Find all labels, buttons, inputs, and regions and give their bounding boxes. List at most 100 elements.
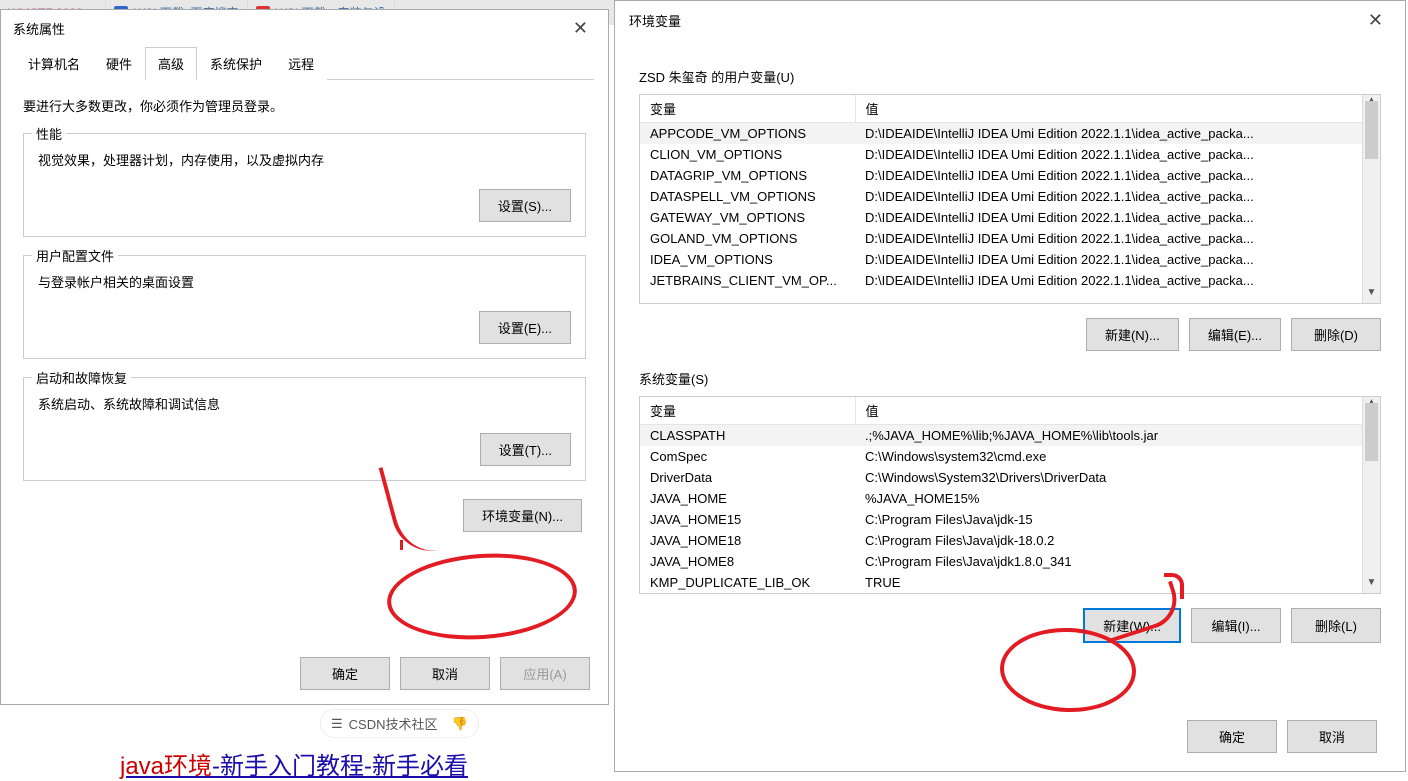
var-name: JAVA_HOME bbox=[640, 488, 855, 509]
table-row[interactable]: JAVA_HOME15C:\Program Files\Java\jdk-15 bbox=[640, 509, 1380, 530]
delete-sys-var-button[interactable]: 删除(L) bbox=[1291, 608, 1381, 643]
var-name: APPCODE_VM_OPTIONS bbox=[640, 123, 855, 145]
new-user-var-button[interactable]: 新建(N)... bbox=[1086, 318, 1179, 351]
csdn-icon: ☰ bbox=[331, 716, 343, 732]
var-name: JAVA_HOME8 bbox=[640, 551, 855, 572]
table-row[interactable]: ComSpecC:\Windows\system32\cmd.exe bbox=[640, 446, 1380, 467]
profile-settings-button[interactable]: 设置(E)... bbox=[479, 311, 571, 344]
tab-systemprotection[interactable]: 系统保护 bbox=[197, 47, 275, 80]
table-row[interactable]: APPCODE_VM_OPTIONSD:\IDEAIDE\IntelliJ ID… bbox=[640, 123, 1380, 145]
thumb-down-icon[interactable]: 👎 bbox=[452, 716, 468, 732]
intro-text: 要进行大多数更改，你必须作为管理员登录。 bbox=[23, 96, 586, 115]
var-name: ComSpec bbox=[640, 446, 855, 467]
var-value: D:\IDEAIDE\IntelliJ IDEA Umi Edition 202… bbox=[855, 207, 1380, 228]
table-row[interactable]: GATEWAY_VM_OPTIONSD:\IDEAIDE\IntelliJ ID… bbox=[640, 207, 1380, 228]
table-row[interactable]: DATAGRIP_VM_OPTIONSD:\IDEAIDE\IntelliJ I… bbox=[640, 165, 1380, 186]
col-val[interactable]: 值 bbox=[855, 397, 1380, 425]
var-value: .;%JAVA_HOME%\lib;%JAVA_HOME%\lib\tools.… bbox=[855, 425, 1380, 447]
sys-section-buttons: 新建(W)... 编辑(I)... 删除(L) bbox=[639, 608, 1381, 643]
var-value: D:\IDEAIDE\IntelliJ IDEA Umi Edition 202… bbox=[855, 144, 1380, 165]
table-row[interactable]: JAVA_HOME%JAVA_HOME15% bbox=[640, 488, 1380, 509]
source-label: CSDN技术社区 bbox=[349, 714, 438, 733]
var-name: GOLAND_VM_OPTIONS bbox=[640, 228, 855, 249]
search-background: ☰ CSDN技术社区 👎 java环境-新手入门教程-新手必看 bbox=[120, 709, 600, 781]
table-row[interactable]: GOLAND_VM_OPTIONSD:\IDEAIDE\IntelliJ IDE… bbox=[640, 228, 1380, 249]
table-row[interactable]: JAVA_HOME8C:\Program Files\Java\jdk1.8.0… bbox=[640, 551, 1380, 572]
ok-button[interactable]: 确定 bbox=[300, 657, 390, 690]
user-section-buttons: 新建(N)... 编辑(E)... 删除(D) bbox=[639, 318, 1381, 351]
env-variables-button[interactable]: 环境变量(N)... bbox=[463, 499, 582, 532]
performance-group: 性能 视觉效果，处理器计划，内存使用，以及虚拟内存 设置(S)... bbox=[23, 133, 586, 237]
table-row[interactable]: DriverDataC:\Windows\System32\Drivers\Dr… bbox=[640, 467, 1380, 488]
var-name: JAVA_HOME18 bbox=[640, 530, 855, 551]
perf-settings-button[interactable]: 设置(S)... bbox=[479, 189, 571, 222]
var-value: D:\IDEAIDE\IntelliJ IDEA Umi Edition 202… bbox=[855, 228, 1380, 249]
table-row[interactable]: DATASPELL_VM_OPTIONSD:\IDEAIDE\IntelliJ … bbox=[640, 186, 1380, 207]
search-result-link[interactable]: java环境-新手入门教程-新手必看 bbox=[120, 746, 600, 781]
scrollbar[interactable]: ▲ ▼ bbox=[1362, 397, 1380, 593]
table-row[interactable]: JAVA_HOME18C:\Program Files\Java\jdk-18.… bbox=[640, 530, 1380, 551]
table-row[interactable]: CLION_VM_OPTIONSD:\IDEAIDE\IntelliJ IDEA… bbox=[640, 144, 1380, 165]
tab-remote[interactable]: 远程 bbox=[275, 47, 327, 80]
var-name: DATAGRIP_VM_OPTIONS bbox=[640, 165, 855, 186]
link-rest: -新手入门教程-新手必看 bbox=[212, 753, 468, 780]
table-scroll[interactable]: 变量 值 APPCODE_VM_OPTIONSD:\IDEAIDE\Intell… bbox=[640, 95, 1380, 303]
ok-button[interactable]: 确定 bbox=[1187, 720, 1277, 753]
scroll-thumb[interactable] bbox=[1365, 101, 1378, 159]
var-name: GATEWAY_VM_OPTIONS bbox=[640, 207, 855, 228]
var-value: D:\IDEAIDE\IntelliJ IDEA Umi Edition 202… bbox=[855, 186, 1380, 207]
group-label: 启动和故障恢复 bbox=[32, 368, 131, 387]
delete-user-var-button[interactable]: 删除(D) bbox=[1291, 318, 1381, 351]
edit-sys-var-button[interactable]: 编辑(I)... bbox=[1191, 608, 1281, 643]
source-badge[interactable]: ☰ CSDN技术社区 👎 bbox=[320, 709, 479, 738]
scrollbar[interactable]: ▲ ▼ bbox=[1362, 95, 1380, 303]
group-label: 用户配置文件 bbox=[32, 246, 118, 265]
dialog-body: ZSD 朱玺奇 的用户变量(U) 变量 值 APPCODE_VM_OPTIONS… bbox=[615, 39, 1405, 653]
tab-hardware[interactable]: 硬件 bbox=[93, 47, 145, 80]
group-desc: 与登录帐户相关的桌面设置 bbox=[38, 272, 571, 291]
table-row[interactable]: IDEA_VM_OPTIONSD:\IDEAIDE\IntelliJ IDEA … bbox=[640, 249, 1380, 270]
var-name: KMP_DUPLICATE_LIB_OK bbox=[640, 572, 855, 593]
col-val[interactable]: 值 bbox=[855, 95, 1380, 123]
close-icon[interactable]: ✕ bbox=[565, 14, 596, 43]
table-row[interactable]: CLASSPATH.;%JAVA_HOME%\lib;%JAVA_HOME%\l… bbox=[640, 425, 1380, 447]
cancel-button[interactable]: 取消 bbox=[1287, 720, 1377, 753]
sys-vars-table: 变量 值 CLASSPATH.;%JAVA_HOME%\lib;%JAVA_HO… bbox=[640, 397, 1380, 593]
scroll-down-icon[interactable]: ▼ bbox=[1363, 577, 1380, 593]
titlebar[interactable]: 系统属性 ✕ bbox=[1, 10, 608, 46]
tab-advanced[interactable]: 高级 bbox=[145, 47, 197, 80]
var-name: IDEA_VM_OPTIONS bbox=[640, 249, 855, 270]
startup-settings-button[interactable]: 设置(T)... bbox=[480, 433, 571, 466]
var-value: %JAVA_HOME15% bbox=[855, 488, 1380, 509]
col-var[interactable]: 变量 bbox=[640, 397, 855, 425]
cancel-button[interactable]: 取消 bbox=[400, 657, 490, 690]
col-var[interactable]: 变量 bbox=[640, 95, 855, 123]
dialog-title: 环境变量 bbox=[629, 11, 681, 30]
user-vars-table: 变量 值 APPCODE_VM_OPTIONSD:\IDEAIDE\Intell… bbox=[640, 95, 1380, 291]
table-row[interactable]: JETBRAINS_CLIENT_VM_OP...D:\IDEAIDE\Inte… bbox=[640, 270, 1380, 291]
var-name: DATASPELL_VM_OPTIONS bbox=[640, 186, 855, 207]
user-vars-table-wrap: 变量 值 APPCODE_VM_OPTIONSD:\IDEAIDE\Intell… bbox=[639, 94, 1381, 304]
var-name: JETBRAINS_CLIENT_VM_OP... bbox=[640, 270, 855, 291]
var-name: DriverData bbox=[640, 467, 855, 488]
edit-user-var-button[interactable]: 编辑(E)... bbox=[1189, 318, 1281, 351]
var-value: D:\IDEAIDE\IntelliJ IDEA Umi Edition 202… bbox=[855, 165, 1380, 186]
var-value: D:\IDEAIDE\IntelliJ IDEA Umi Edition 202… bbox=[855, 270, 1380, 291]
apply-button[interactable]: 应用(A) bbox=[500, 657, 590, 690]
var-value: TRUE bbox=[855, 572, 1380, 593]
var-value: C:\Program Files\Java\jdk1.8.0_341 bbox=[855, 551, 1380, 572]
tab-content: 要进行大多数更改，你必须作为管理员登录。 性能 视觉效果，处理器计划，内存使用，… bbox=[1, 80, 608, 548]
var-value: C:\Windows\System32\Drivers\DriverData bbox=[855, 467, 1380, 488]
table-row[interactable]: KMP_DUPLICATE_LIB_OKTRUE bbox=[640, 572, 1380, 593]
sys-vars-label: 系统变量(S) bbox=[639, 369, 1381, 388]
table-scroll[interactable]: 变量 值 CLASSPATH.;%JAVA_HOME%\lib;%JAVA_HO… bbox=[640, 397, 1380, 593]
titlebar[interactable]: 环境变量 ✕ bbox=[615, 1, 1405, 39]
var-value: D:\IDEAIDE\IntelliJ IDEA Umi Edition 202… bbox=[855, 123, 1380, 145]
new-sys-var-button[interactable]: 新建(W)... bbox=[1083, 608, 1181, 643]
tab-computername[interactable]: 计算机名 bbox=[15, 47, 93, 80]
dialog-buttons: 确定 取消 bbox=[1187, 720, 1377, 753]
close-icon[interactable]: ✕ bbox=[1360, 6, 1391, 35]
scroll-down-icon[interactable]: ▼ bbox=[1363, 287, 1380, 303]
var-value: C:\Windows\system32\cmd.exe bbox=[855, 446, 1380, 467]
scroll-thumb[interactable] bbox=[1365, 403, 1378, 461]
